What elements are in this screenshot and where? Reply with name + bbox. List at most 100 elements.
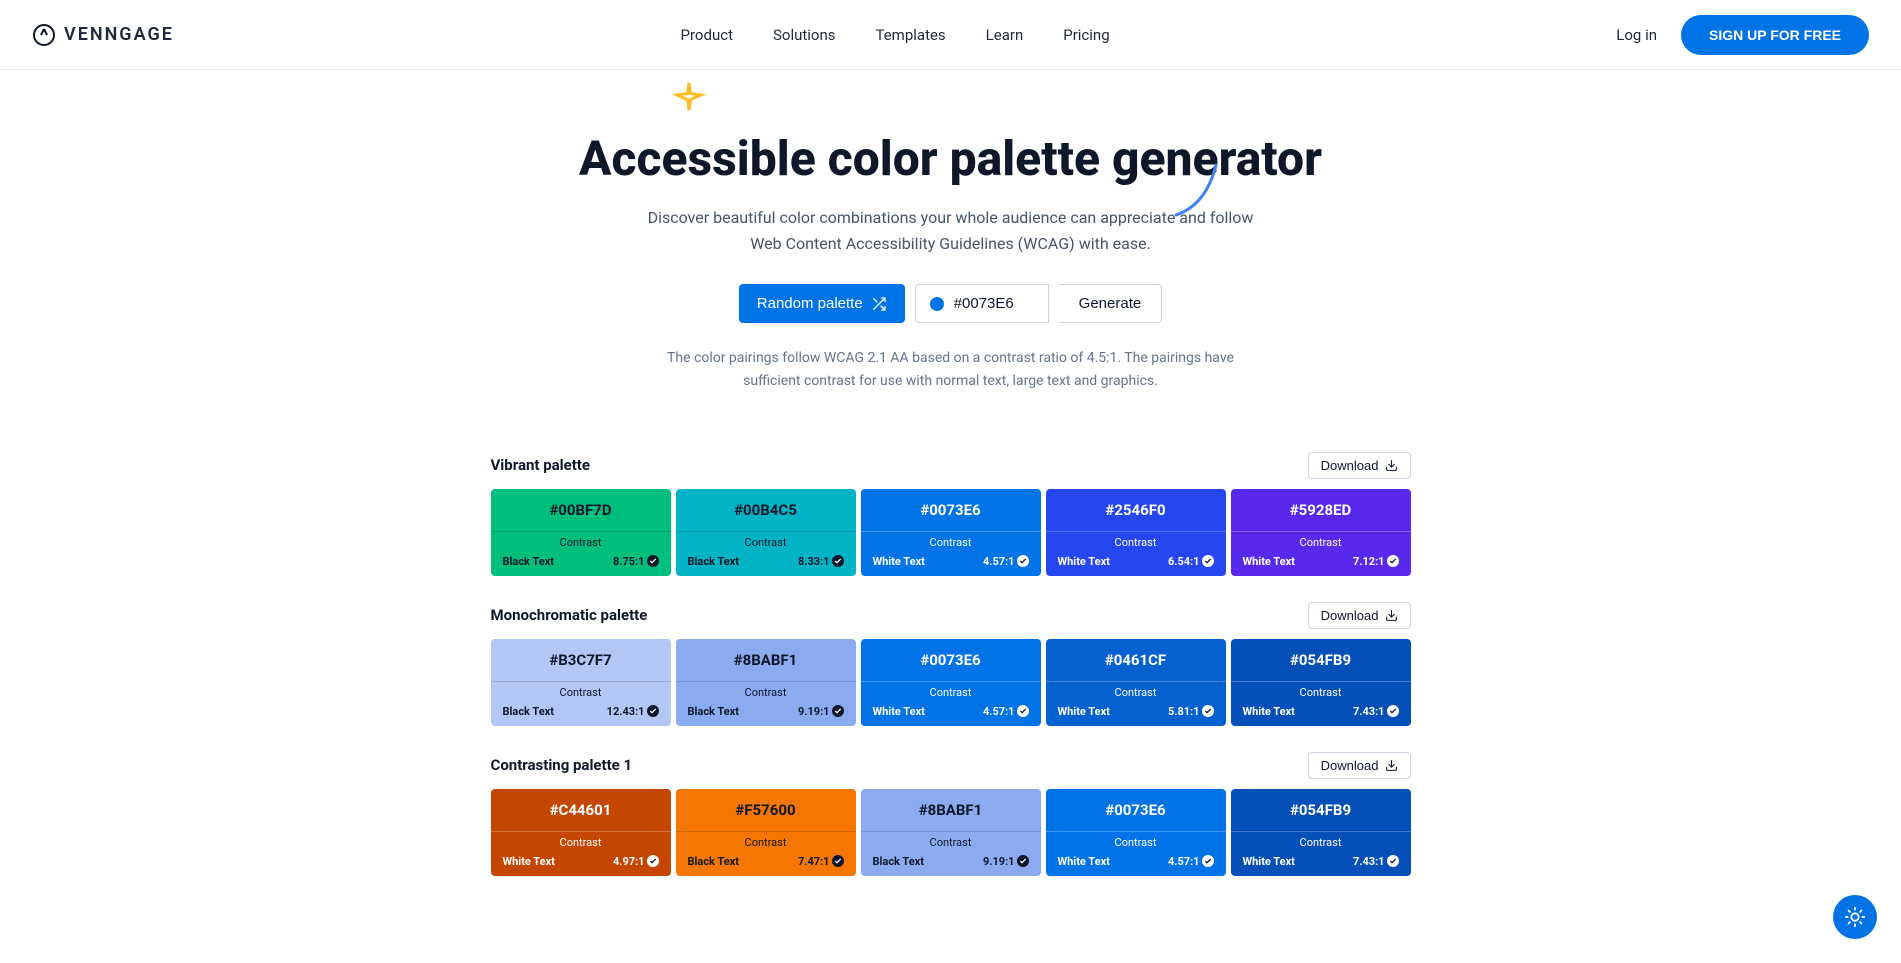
chat-button[interactable]	[1833, 895, 1877, 939]
text-color-label: White Text	[873, 555, 925, 568]
color-swatch[interactable]: #054FB9ContrastWhite Text7.43:1	[1231, 789, 1411, 876]
contrast-label: Contrast	[676, 832, 856, 851]
hex-input[interactable]	[954, 295, 1034, 312]
signup-button[interactable]: SIGN UP FOR FREE	[1681, 15, 1869, 55]
nav-pricing[interactable]: Pricing	[1063, 26, 1109, 44]
main-nav: Product Solutions Templates Learn Pricin…	[681, 26, 1110, 44]
color-swatch[interactable]: #054FB9ContrastWhite Text7.43:1	[1231, 639, 1411, 726]
text-color-label: Black Text	[503, 555, 554, 568]
swatch-info-row: White Text4.97:1	[491, 851, 671, 876]
color-swatch[interactable]: #0461CFContrast White Text 5.81:1	[1046, 639, 1226, 726]
contrast-label: Contrast	[1231, 832, 1411, 851]
color-swatch[interactable]: #00B4C5Contrast Black Text 8.33:1	[676, 489, 856, 576]
swatch-row: #00BF7DContrastBlack Text8.75:1#00B4C5Co…	[491, 489, 1411, 576]
swoosh-decor-icon	[1171, 160, 1221, 220]
color-swatch[interactable]: #00BF7DContrastBlack Text8.75:1	[491, 489, 671, 576]
contrast-ratio: 9.19:1	[983, 855, 1029, 868]
check-icon	[1387, 555, 1399, 567]
brand-text: VENNGAGE	[64, 24, 174, 45]
download-button[interactable]: Download	[1308, 452, 1411, 479]
check-icon	[1017, 705, 1029, 717]
contrast-label: Contrast	[676, 682, 856, 701]
text-color-label: White Text	[1058, 555, 1110, 568]
check-icon	[1202, 555, 1214, 567]
contrast-label: Contrast	[1231, 532, 1411, 551]
contrast-label: Contrast	[1231, 682, 1411, 701]
contrast-label: Contrast	[1046, 832, 1226, 851]
color-swatch[interactable]: #5928EDContrastWhite Text7.12:1	[1231, 489, 1411, 576]
contrast-ratio: 4.57:1	[983, 705, 1029, 718]
star-decor-icon	[671, 80, 707, 116]
check-icon	[1387, 855, 1399, 867]
text-color-label: White Text	[873, 705, 925, 718]
download-icon	[1385, 609, 1398, 622]
color-swatch[interactable]: #0073E6ContrastWhite Text4.57:1	[861, 489, 1041, 576]
contrast-label: Contrast	[491, 832, 671, 851]
contrast-ratio: 7.47:1	[798, 855, 844, 868]
palette-title: Vibrant palette	[491, 456, 590, 474]
palette-title: Monochromatic palette	[491, 606, 648, 624]
download-label: Download	[1321, 758, 1379, 773]
nav-learn[interactable]: Learn	[986, 26, 1024, 44]
color-swatch[interactable]: #F57600ContrastBlack Text7.47:1	[676, 789, 856, 876]
contrast-ratio: 8.33:1	[798, 555, 844, 568]
random-palette-button[interactable]: Random palette	[739, 284, 905, 323]
palette-block: Vibrant paletteDownload#00BF7DContrastBl…	[491, 452, 1411, 576]
nav-solutions[interactable]: Solutions	[773, 26, 836, 44]
swatch-hex-label: #0073E6	[1046, 789, 1226, 831]
palette-block: Monochromatic palette Download #B3C7F7Cont…	[491, 602, 1411, 726]
download-button[interactable]: Download	[1308, 602, 1411, 629]
color-swatch[interactable]: #8BABF1ContrastBlack Text9.19:1	[676, 639, 856, 726]
contrast-label: Contrast	[1046, 682, 1226, 701]
nav-product[interactable]: Product	[681, 26, 733, 44]
text-color-label: White Text	[1058, 705, 1110, 718]
color-swatch[interactable]: #B3C7F7ContrastBlack Text12.43:1	[491, 639, 671, 726]
nav-templates[interactable]: Templates	[876, 26, 946, 44]
contrast-label: Contrast	[676, 532, 856, 551]
check-icon	[1387, 705, 1399, 717]
contrast-label: Contrast	[491, 532, 671, 551]
contrast-ratio: 7.12:1	[1353, 555, 1399, 568]
swatch-hex-label: #00BF7D	[491, 489, 671, 531]
swatch-hex-label: #0461CF	[1046, 639, 1226, 681]
contrast-ratio: 7.43:1	[1353, 855, 1399, 868]
color-swatch[interactable]: #C44601ContrastWhite Text4.97:1	[491, 789, 671, 876]
page-title: Accessible color palette generator	[371, 130, 1531, 187]
contrast-ratio: 4.97:1	[613, 855, 659, 868]
palette-block: Contrasting palette 1Download #C44601Cont…	[491, 752, 1411, 876]
text-color-label: Black Text	[688, 555, 739, 568]
logo[interactable]: VENNGAGE	[32, 23, 174, 47]
swatch-hex-label: #054FB9	[1231, 639, 1411, 681]
text-color-label: White Text	[1058, 855, 1110, 868]
check-icon	[1017, 555, 1029, 567]
swatch-row: #B3C7F7ContrastBlack Text12.43:1#8BABF1C…	[491, 639, 1411, 726]
check-icon	[832, 555, 844, 567]
random-btn-label: Random palette	[757, 295, 863, 312]
contrast-ratio: 12.43:1	[607, 705, 659, 718]
controls: Random palette Generate	[371, 284, 1531, 323]
swatch-info-row: Black Text 7.47:1	[676, 851, 856, 876]
swatch-info-row: White Text4.57:1	[861, 551, 1041, 576]
header-right: Log in SIGN UP FOR FREE	[1616, 15, 1869, 55]
check-icon	[832, 705, 844, 717]
contrast-ratio: 4.57:1	[1168, 855, 1214, 868]
swatch-info-row: White Text7.12:1	[1231, 551, 1411, 576]
swatch-hex-label: #8BABF1	[861, 789, 1041, 831]
shuffle-icon	[871, 296, 887, 312]
color-swatch[interactable]: #2546F0ContrastWhite Text6.54:1	[1046, 489, 1226, 576]
check-icon	[647, 705, 659, 717]
generate-button[interactable]: Generate	[1059, 284, 1163, 323]
text-color-label: Black Text	[688, 855, 739, 868]
text-color-label: Black Text	[688, 705, 739, 718]
swatch-hex-label: #00B4C5	[676, 489, 856, 531]
palette-header: Contrasting palette 1Download	[491, 752, 1411, 779]
color-swatch[interactable]: #0073E6Contrast White Text 4.57:1	[1046, 789, 1226, 876]
color-swatch[interactable]: #8BABF1ContrastBlack Text9.19:1	[861, 789, 1041, 876]
swatch-hex-label: #0073E6	[861, 489, 1041, 531]
download-button[interactable]: Download	[1308, 752, 1411, 779]
check-icon	[647, 855, 659, 867]
text-color-label: White Text	[1243, 855, 1295, 868]
login-link[interactable]: Log in	[1616, 26, 1657, 44]
contrast-ratio: 5.81:1	[1168, 705, 1214, 718]
color-swatch[interactable]: #0073E6ContrastWhite Text4.57:1	[861, 639, 1041, 726]
